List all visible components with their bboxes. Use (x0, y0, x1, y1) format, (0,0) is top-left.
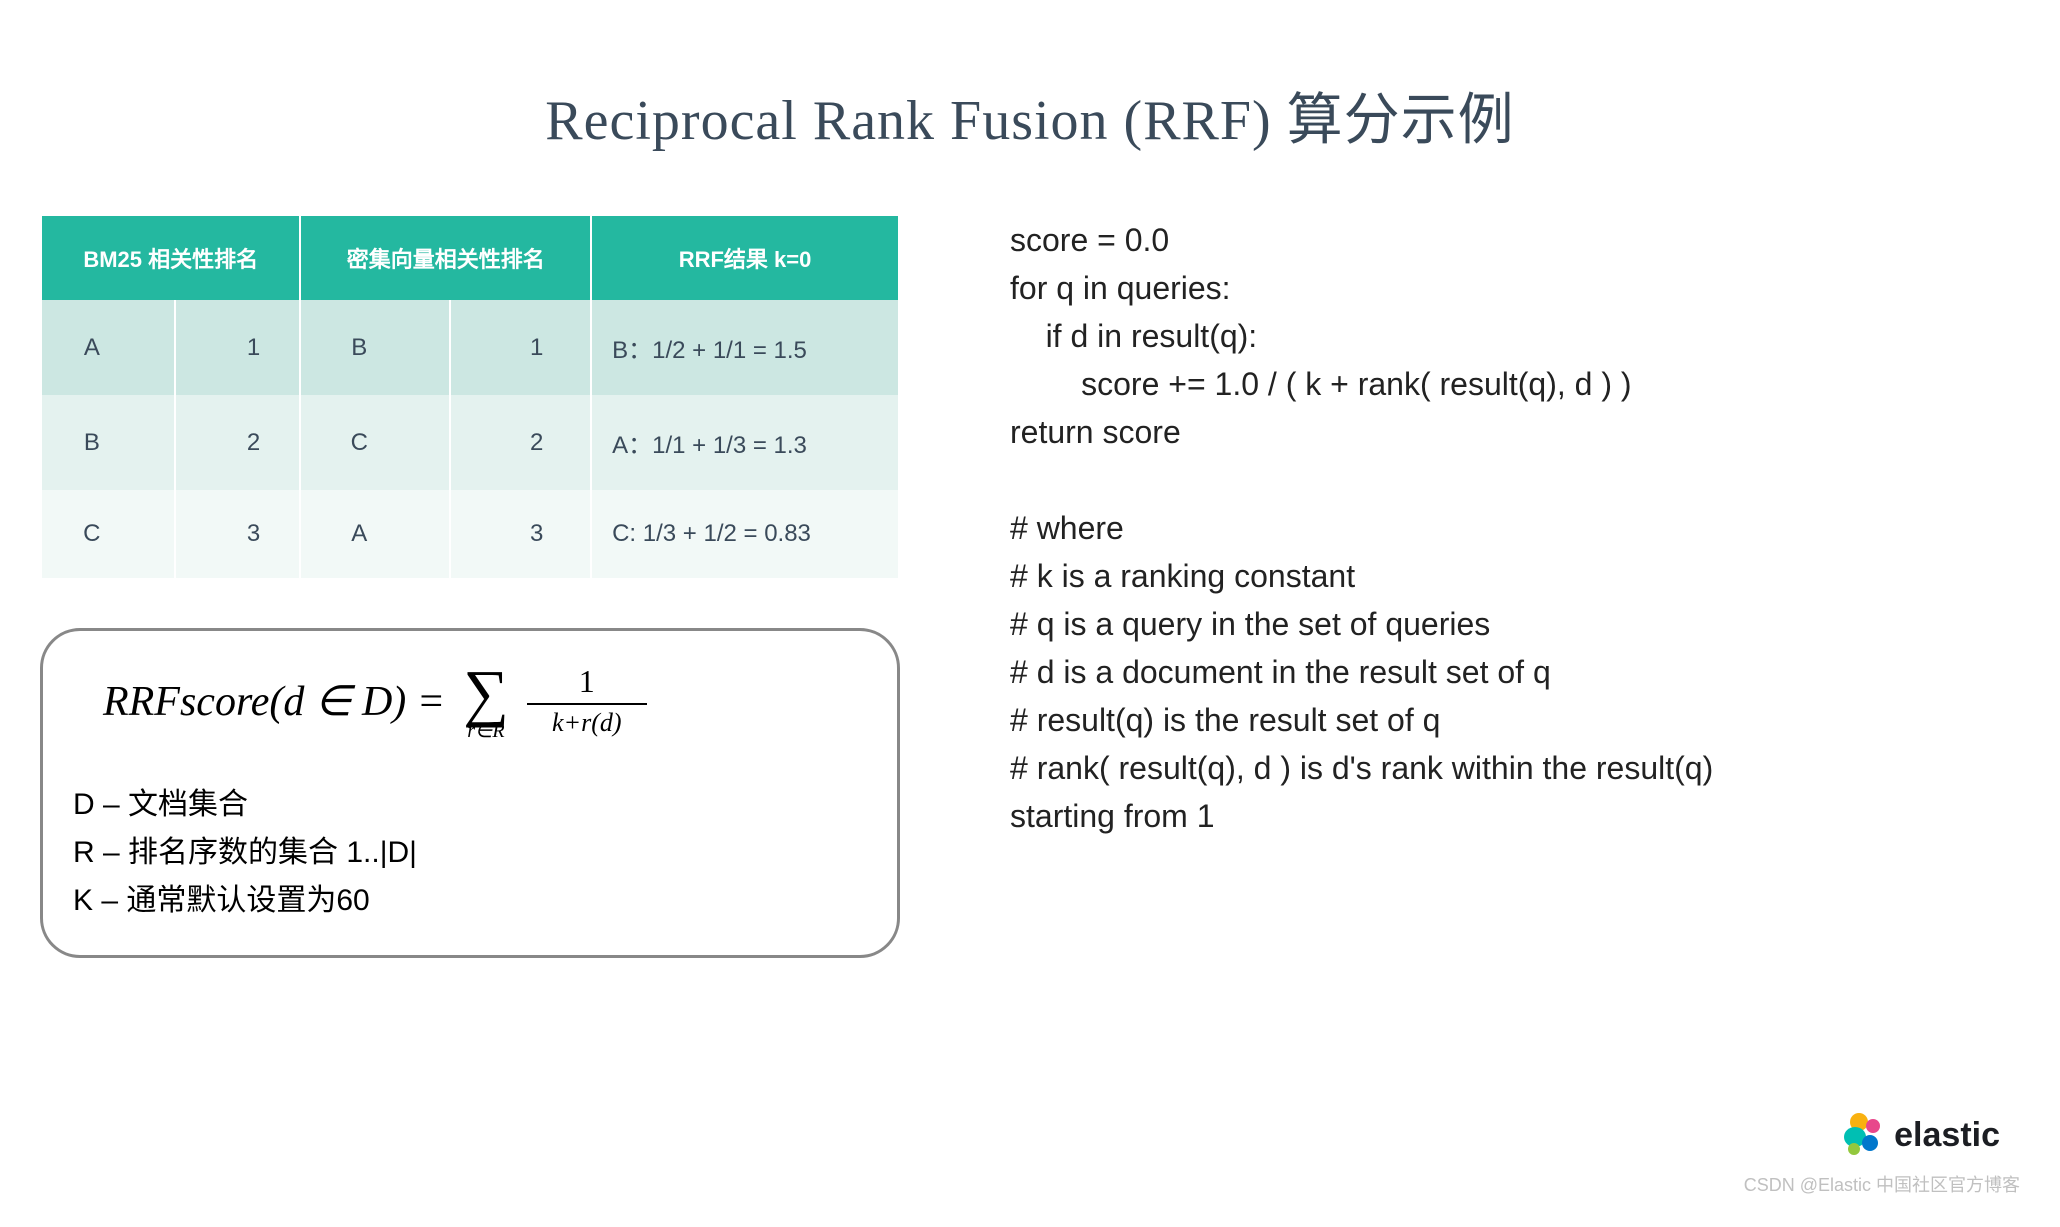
cell-dense-doc: B (300, 300, 450, 395)
cell-dense-rank: 2 (450, 395, 591, 490)
elastic-logo: elastic (1840, 1113, 2000, 1157)
content-row: BM25 相关性排名 密集向量相关性排名 RRF结果 k=0 A 1 B 1 B… (0, 156, 2060, 958)
formula-fraction: 1 k+r(d) (527, 664, 647, 738)
cell-bm25-rank: 1 (175, 300, 301, 395)
rrf-formula: RRFscore(d ∈ D) = ∑ r∈R 1 k+r(d) (103, 661, 867, 741)
table-row: A 1 B 1 B：1/2 + 1/1 = 1.5 (41, 300, 899, 395)
legend-r: R – 排名序数的集合 1..|D| (73, 829, 867, 877)
table-row: B 2 C 2 A：1/1 + 1/3 = 1.3 (41, 395, 899, 490)
cell-dense-rank: 3 (450, 490, 591, 578)
cell-bm25-doc: C (41, 490, 175, 578)
credit-text: CSDN @Elastic 中国社区官方博客 (1744, 1171, 2020, 1197)
cell-result: A：1/1 + 1/3 = 1.3 (591, 395, 899, 490)
formula-lhs: RRFscore(d ∈ D) = (103, 676, 445, 726)
legend-k: K – 通常默认设置为60 (73, 877, 867, 925)
formula-box: RRFscore(d ∈ D) = ∑ r∈R 1 k+r(d) D – 文档集… (40, 628, 900, 958)
cell-bm25-doc: A (41, 300, 175, 395)
cell-bm25-doc: B (41, 395, 175, 490)
th-dense: 密集向量相关性排名 (300, 216, 591, 300)
cell-dense-rank: 1 (450, 300, 591, 395)
cell-dense-doc: A (300, 490, 450, 578)
cell-dense-doc: C (300, 395, 450, 490)
cell-bm25-rank: 2 (175, 395, 301, 490)
pseudocode-block: score = 0.0 for q in queries: if d in re… (1010, 216, 2020, 840)
th-rrf: RRF结果 k=0 (591, 216, 899, 300)
brand-text: elastic (1894, 1116, 2000, 1155)
th-bm25: BM25 相关性排名 (41, 216, 300, 300)
cell-result: C: 1/3 + 1/2 = 0.83 (591, 490, 899, 578)
sigma-icon: ∑ r∈R (463, 661, 509, 741)
table-row: C 3 A 3 C: 1/3 + 1/2 = 0.83 (41, 490, 899, 578)
page-title: Reciprocal Rank Fusion (RRF) 算分示例 (0, 75, 2060, 156)
right-column: score = 0.0 for q in queries: if d in re… (1010, 216, 2020, 958)
cell-bm25-rank: 3 (175, 490, 301, 578)
formula-legend: D – 文档集合 R – 排名序数的集合 1..|D| K – 通常默认设置为6… (73, 781, 867, 925)
left-column: BM25 相关性排名 密集向量相关性排名 RRF结果 k=0 A 1 B 1 B… (40, 216, 900, 958)
rrf-table: BM25 相关性排名 密集向量相关性排名 RRF结果 k=0 A 1 B 1 B… (40, 216, 900, 578)
legend-d: D – 文档集合 (73, 781, 867, 829)
cell-result: B：1/2 + 1/1 = 1.5 (591, 300, 899, 395)
elastic-mark-icon (1840, 1113, 1884, 1157)
